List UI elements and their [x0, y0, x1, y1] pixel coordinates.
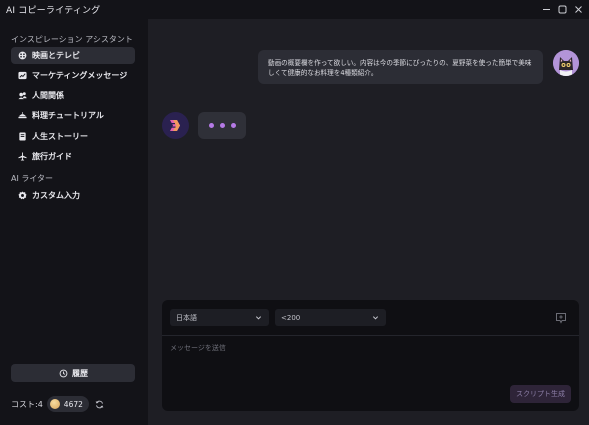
sidebar-item-label: 料理チュートリアル	[32, 111, 104, 120]
cost-row: コスト:4 4672	[11, 396, 105, 412]
history-button[interactable]: 履歴	[11, 364, 135, 382]
sidebar: インスピレーション アシスタント 映画とテレビ マーケティングメッセージ 人間関…	[0, 19, 148, 425]
chart-line-icon	[17, 71, 27, 81]
minimize-button[interactable]	[539, 2, 553, 16]
typing-dot	[208, 123, 214, 128]
close-button[interactable]	[571, 2, 585, 16]
coin-balance: 4672	[46, 396, 89, 412]
chevron-down-icon	[254, 314, 262, 322]
message-input[interactable]	[170, 343, 565, 383]
sidebar-item-label: マーケティングメッセージ	[32, 71, 128, 80]
book-icon	[17, 132, 27, 142]
sidebar-item-label: カスタム入力	[32, 191, 80, 200]
refresh-button[interactable]	[95, 399, 105, 409]
length-select[interactable]: <200	[275, 309, 386, 326]
film-reel-icon	[17, 51, 27, 61]
coin-icon	[49, 399, 60, 409]
sidebar-item-label: 旅行ガイド	[32, 152, 72, 161]
section-label-inspiration: インスピレーション アシスタント	[11, 35, 133, 44]
sidebar-item-life-story[interactable]: 人生ストーリー	[11, 128, 135, 145]
history-label: 履歴	[72, 368, 88, 378]
history-clock-icon	[58, 368, 68, 378]
typing-indicator	[198, 112, 246, 139]
cooking-pot-icon	[17, 111, 27, 121]
add-comment-icon	[555, 312, 566, 324]
section-label-writer: AI ライター	[11, 174, 54, 183]
airplane-icon	[17, 152, 27, 162]
close-icon	[574, 5, 582, 13]
user-message-bubble: 動画の概要欄を作って欲しい。内容は今の季節にぴったりの、夏野菜を使った簡単で美味…	[258, 50, 543, 84]
people-icon	[17, 91, 27, 101]
sidebar-item-travel[interactable]: 旅行ガイド	[11, 148, 135, 165]
minimize-icon	[542, 8, 550, 10]
language-select[interactable]: 日本語	[170, 309, 269, 326]
title-bar: AI コピーライティング	[0, 0, 589, 19]
sidebar-item-movies-tv[interactable]: 映画とテレビ	[11, 47, 135, 64]
maximize-button[interactable]	[555, 2, 569, 16]
gear-icon	[17, 191, 27, 201]
sidebar-item-label: 人間関係	[32, 91, 64, 100]
sidebar-item-label: 映画とテレビ	[32, 51, 80, 60]
maximize-icon	[558, 5, 566, 13]
sidebar-item-label: 人生ストーリー	[32, 132, 88, 141]
composer-divider	[162, 335, 579, 336]
cost-label: コスト:4	[11, 399, 43, 409]
refresh-icon	[96, 400, 104, 408]
typing-dot	[230, 123, 236, 128]
sidebar-item-relationships[interactable]: 人間関係	[11, 87, 135, 104]
composer: 日本語 <200 スクリプト生成	[162, 300, 579, 411]
language-select-value: 日本語	[176, 313, 197, 322]
user-message-text: 動画の概要欄を作って欲しい。内容は今の季節にぴったりの、夏野菜を使った簡単で美味…	[268, 59, 532, 77]
generate-script-button[interactable]: スクリプト生成	[510, 385, 571, 403]
sidebar-item-marketing[interactable]: マーケティングメッセージ	[11, 67, 135, 84]
sidebar-item-custom-input[interactable]: カスタム入力	[11, 187, 135, 204]
add-comment-button[interactable]	[554, 311, 567, 324]
coin-balance-value: 4672	[63, 399, 83, 409]
chevron-down-icon	[371, 314, 379, 322]
app-title: AI コピーライティング	[6, 6, 101, 16]
sidebar-item-cooking[interactable]: 料理チュートリアル	[11, 107, 135, 124]
cat-avatar-icon	[553, 50, 579, 76]
bot-avatar	[162, 112, 189, 139]
typing-dot	[219, 123, 225, 128]
length-select-value: <200	[281, 313, 301, 322]
ai-logo-icon	[170, 120, 180, 131]
user-avatar	[553, 50, 579, 76]
